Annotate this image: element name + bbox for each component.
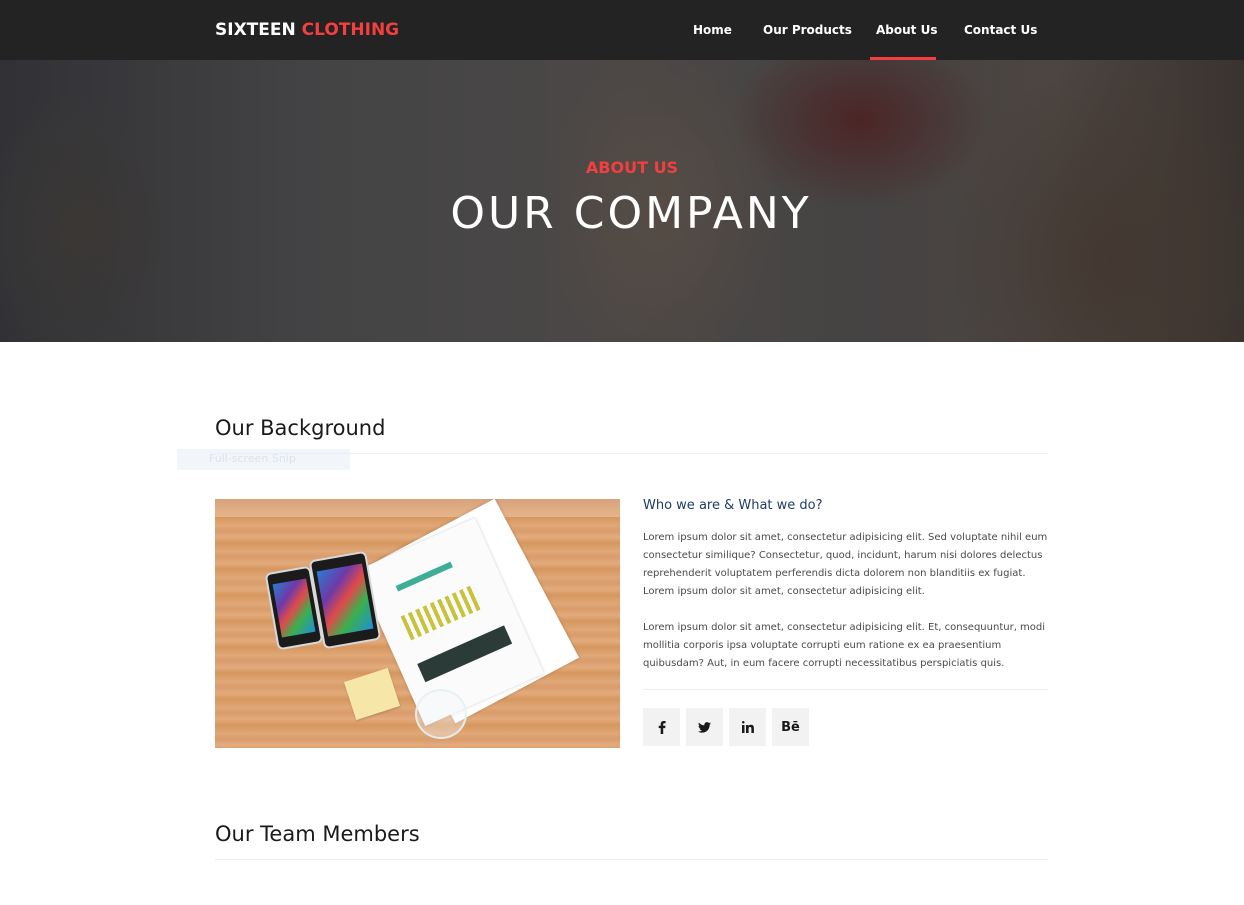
team-divider (215, 859, 1048, 860)
social-divider (643, 689, 1048, 690)
chart-bars (400, 584, 485, 641)
nav-our-products[interactable]: Our Products (763, 0, 852, 60)
linkedin-icon (741, 721, 754, 733)
background-image (215, 499, 620, 748)
nav-home[interactable]: Home (693, 0, 732, 60)
brand-name-part2: CLOTHING (301, 20, 400, 40)
sticky-note (343, 667, 401, 721)
chart-footer-block (417, 625, 513, 683)
navbar: SIXTEEN CLOTHING Home Our Products About… (0, 0, 1244, 60)
snip-overlay-label: Full-screen Snip (209, 452, 296, 465)
glass (415, 689, 467, 739)
snip-overlay: Full-screen Snip (177, 449, 350, 470)
background-subheading: Who we are & What we do? (643, 498, 823, 513)
background-paragraph-2: Lorem ipsum dolor sit amet, consectetur … (643, 622, 1046, 669)
phone-screen (316, 563, 374, 637)
behance-icon: Bē (781, 719, 800, 735)
phone-screen (272, 578, 316, 638)
nav-about-us[interactable]: About Us (870, 0, 937, 60)
facebook-button[interactable] (643, 708, 680, 746)
brand-name-part1: SIXTEEN (215, 20, 296, 40)
team-heading: Our Team Members (215, 822, 420, 846)
behance-button[interactable]: Bē (772, 708, 809, 746)
hero-banner: ABOUT US OUR COMPANY (0, 60, 1244, 342)
nav-contact-us[interactable]: Contact Us (964, 0, 1037, 60)
twitter-button[interactable] (686, 708, 723, 746)
twitter-icon (698, 721, 711, 733)
brand-logo[interactable]: SIXTEEN CLOTHING (215, 20, 399, 40)
background-paragraph-1: Lorem ipsum dolor sit amet, consectetur … (643, 532, 1048, 597)
hero-title: OUR COMPANY (450, 188, 812, 239)
chart-header-bar (395, 561, 453, 592)
linkedin-button[interactable] (729, 708, 766, 746)
table-edge (215, 499, 620, 517)
background-heading: Our Background (215, 416, 386, 440)
hero-subtitle: ABOUT US (585, 158, 679, 177)
facebook-icon (658, 720, 666, 734)
